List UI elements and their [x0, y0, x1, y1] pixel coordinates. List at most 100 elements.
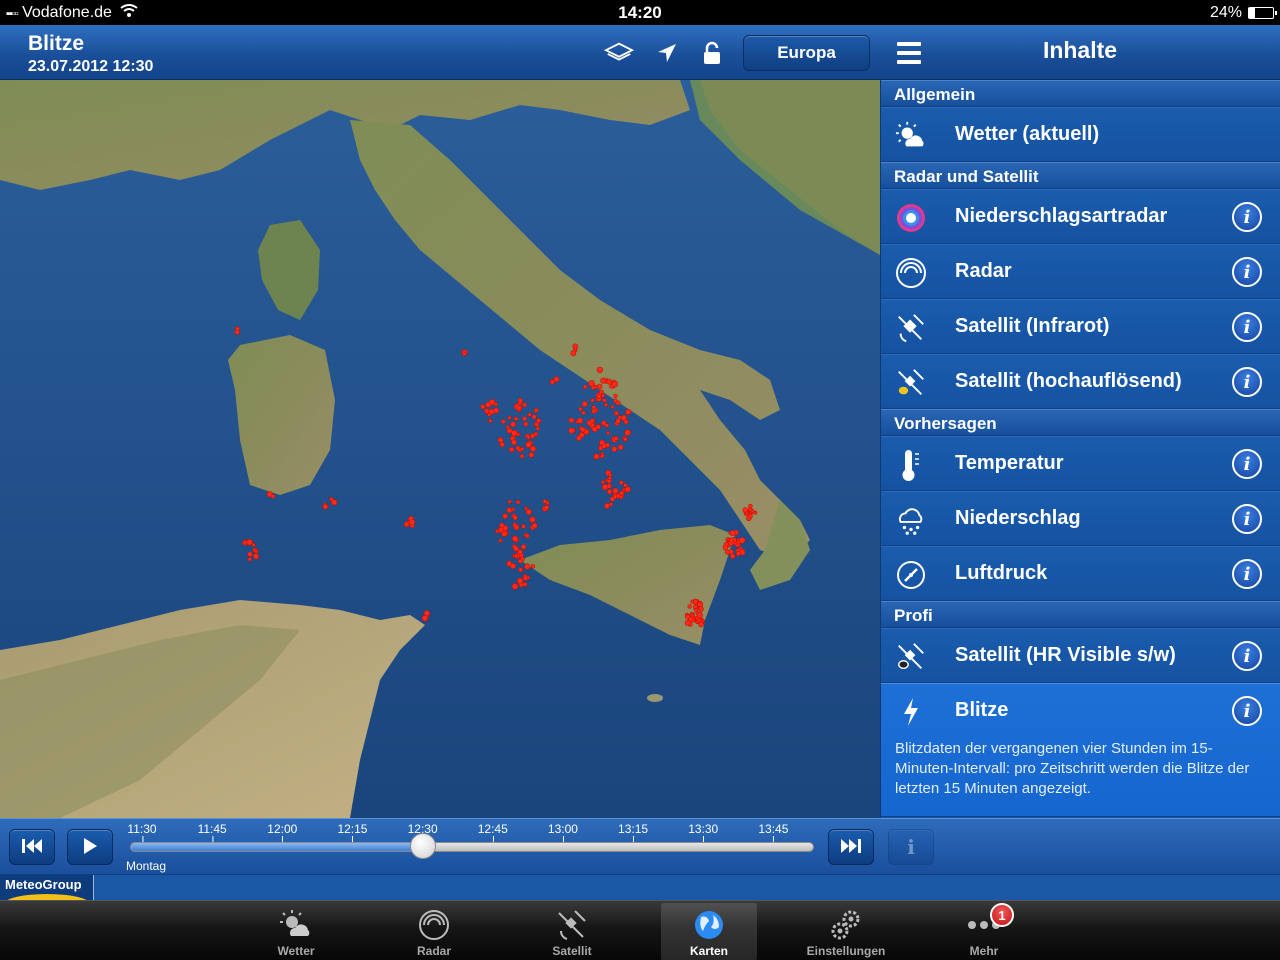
status-bar: ▪▪▫▫ Vodafone.de 14:20 24%: [0, 0, 1280, 25]
tab-karten[interactable]: Karten: [661, 903, 757, 960]
location-arrow-icon[interactable]: [652, 39, 682, 67]
tab-label: Karten: [689, 944, 728, 958]
lightning-strike: [578, 407, 583, 412]
lightning-strike: [534, 421, 540, 427]
timeline-tick: 12:45: [477, 822, 508, 842]
lightning-strike: [687, 604, 692, 609]
lightning-strike: [484, 408, 490, 414]
lightning-strike: [602, 398, 607, 403]
lock-icon[interactable]: [697, 39, 727, 67]
panel-item-luftdruck[interactable]: Luftdruck i: [881, 546, 1280, 601]
thermometer-icon: [895, 449, 927, 481]
lightning-strike: [581, 410, 586, 416]
lightning-strike: [511, 439, 517, 446]
header-bar: Blitze 23.07.2012 12:30 Europa Inhalte: [0, 25, 1280, 80]
info-button[interactable]: i: [1232, 257, 1262, 287]
lightning-strike: [696, 611, 703, 619]
lightning-strike: [530, 564, 536, 569]
lightning-strike: [511, 507, 516, 512]
lightning-strike: [742, 507, 748, 513]
layers-icon[interactable]: [604, 39, 634, 67]
lightning-strike: [615, 400, 621, 406]
lightning-strike: [497, 437, 504, 443]
panel-item-wetter-aktuell[interactable]: Wetter (aktuell): [881, 107, 1280, 162]
info-button[interactable]: i: [1232, 449, 1262, 479]
panel-item-satellit-infrarot[interactable]: Satellit (Infrarot) i: [881, 299, 1280, 354]
sun-cloud-icon: [895, 120, 927, 152]
info-button[interactable]: i: [1232, 367, 1262, 397]
info-button[interactable]: i: [1232, 559, 1262, 589]
lightning-map[interactable]: [0, 80, 880, 818]
timeline-tick: 13:45: [758, 822, 789, 842]
lightning-strike: [499, 441, 505, 448]
timeline-info-button[interactable]: i: [888, 829, 934, 865]
lightning-strike: [748, 503, 753, 509]
lightning-strike: [516, 405, 522, 411]
info-button[interactable]: i: [1232, 504, 1262, 534]
lightning-strike: [533, 407, 539, 413]
lightning-strike: [578, 432, 585, 438]
tab-bar: Wetter Radar Satellit Karten Einstellung…: [0, 900, 1280, 960]
tab-mehr[interactable]: Mehr 1: [936, 903, 1032, 960]
lightning-icon: [895, 696, 927, 728]
lightning-strike: [570, 350, 577, 357]
meteogroup-logo[interactable]: MeteoGroup: [0, 875, 94, 901]
lightning-strike: [543, 504, 550, 511]
lightning-strike: [596, 394, 602, 399]
lightning-strike: [604, 502, 611, 509]
clock: 14:20: [618, 3, 662, 22]
skip-forward-button[interactable]: [828, 829, 874, 865]
lightning-strike: [517, 549, 523, 555]
panel-item-niederschlag[interactable]: Niederschlag i: [881, 491, 1280, 546]
panel-item-satellit-hr-visible[interactable]: Satellit (HR Visible s/w) i: [881, 628, 1280, 683]
lightning-strike: [623, 483, 628, 488]
barometer-icon: [895, 559, 927, 591]
tab-wetter[interactable]: Wetter: [248, 903, 344, 960]
timeline-slider-handle[interactable]: [409, 833, 436, 859]
map-canvas[interactable]: [0, 80, 880, 818]
info-button[interactable]: i: [1232, 312, 1262, 342]
lightning-strike: [508, 447, 515, 453]
lightning-strike: [728, 537, 734, 543]
lightning-strike: [501, 530, 508, 537]
panel-title: Inhalte: [1042, 37, 1118, 63]
panel-item-blitze[interactable]: Blitze i Blitzdaten der vergangenen vier…: [881, 683, 1280, 817]
panel-item-niederschlagsartradar[interactable]: Niederschlagsartradar i: [881, 189, 1280, 244]
timeline-slider[interactable]: [130, 842, 814, 852]
lightning-strike: [511, 535, 519, 542]
info-button[interactable]: i: [1232, 641, 1262, 671]
panel-item-satellit-hochaufloesend[interactable]: Satellit (hochauflösend) i: [881, 354, 1280, 409]
tab-satellit[interactable]: Satellit: [524, 903, 620, 960]
info-button[interactable]: i: [1232, 696, 1262, 726]
lightning-strike: [506, 427, 513, 434]
lightning-strike: [600, 377, 607, 384]
lightning-strike: [623, 437, 628, 442]
tab-einstellungen[interactable]: Einstellungen: [798, 903, 894, 960]
lightning-strike: [590, 398, 595, 403]
lightning-strike: [520, 544, 527, 550]
play-button[interactable]: [67, 829, 113, 865]
lightning-strike: [576, 417, 584, 424]
gears-icon: [829, 908, 863, 942]
region-button[interactable]: Europa: [743, 35, 870, 71]
page-title: Blitze: [28, 32, 85, 55]
lightning-strike: [568, 417, 575, 424]
panel-item-temperatur[interactable]: Temperatur i: [881, 436, 1280, 491]
lightning-strike: [524, 506, 528, 511]
lightning-strike: [722, 544, 729, 551]
panel-item-label: Radar: [955, 260, 1012, 282]
skip-back-button[interactable]: [9, 829, 55, 865]
lightning-strike: [613, 435, 619, 441]
info-button[interactable]: i: [1232, 202, 1262, 232]
lightning-strike: [522, 575, 529, 581]
lightning-strike: [572, 343, 579, 350]
skip-back-icon: [21, 838, 43, 857]
lightning-strike: [520, 447, 525, 451]
panel-item-radar[interactable]: Radar i: [881, 244, 1280, 299]
lightning-strike: [329, 497, 334, 502]
lightning-strike: [270, 494, 276, 499]
lightning-strike: [553, 376, 560, 383]
tab-radar[interactable]: Radar: [386, 903, 482, 960]
lightning-strike: [698, 606, 704, 612]
panel-item-label: Niederschlag: [955, 507, 1081, 529]
